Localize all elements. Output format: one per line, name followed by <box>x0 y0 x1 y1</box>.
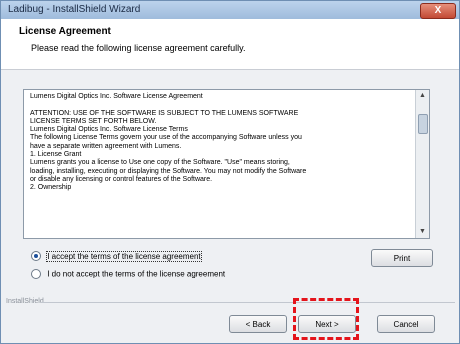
footer-divider <box>41 302 455 303</box>
print-button[interactable]: Print <box>371 249 433 267</box>
license-line: or disable any licensing or control feat… <box>30 175 213 183</box>
back-button[interactable]: < Back <box>229 315 287 333</box>
next-button-highlight <box>293 298 359 340</box>
scroll-thumb[interactable] <box>418 114 428 134</box>
installer-window: Ladibug - InstallShield Wizard X License… <box>0 0 460 344</box>
decline-radio-option[interactable]: I do not accept the terms of the license… <box>31 269 225 279</box>
accept-radio-label[interactable]: I accept the terms of the license agreem… <box>46 250 202 262</box>
license-scrollbar[interactable]: ▲ ▼ <box>415 90 429 238</box>
title-bar[interactable]: Ladibug - InstallShield Wizard X <box>1 1 459 19</box>
license-line: LICENSE TERMS SET FORTH BELOW. <box>30 117 157 125</box>
license-text-area[interactable]: Lumens Digital Optics Inc. Software Lice… <box>23 89 430 239</box>
decline-radio-label[interactable]: I do not accept the terms of the license… <box>47 270 225 279</box>
scroll-down-icon[interactable]: ▼ <box>416 226 429 238</box>
license-line: have a separate written agreement with L… <box>30 142 182 150</box>
license-text: Lumens Digital Optics Inc. Software Lice… <box>30 93 412 193</box>
close-button[interactable]: X <box>420 3 456 19</box>
accept-radio-option[interactable]: I accept the terms of the license agreem… <box>31 250 202 262</box>
cancel-button[interactable]: Cancel <box>377 315 435 333</box>
decline-radio-button[interactable] <box>31 269 41 279</box>
scroll-up-icon[interactable]: ▲ <box>416 90 429 102</box>
license-line: ATTENTION: USE OF THE SOFTWARE IS SUBJEC… <box>30 109 299 117</box>
license-line <box>30 101 412 109</box>
license-line: Lumens grants you a license to Use one c… <box>30 159 290 167</box>
license-line: Lumens Digital Optics Inc. Software Lice… <box>30 126 188 134</box>
license-line: The following License Terms govern your … <box>30 134 302 142</box>
license-line: Lumens Digital Optics Inc. Software Lice… <box>30 93 203 100</box>
license-line: 2. Ownership <box>30 184 72 192</box>
page-title: License Agreement <box>19 26 111 37</box>
accept-radio-button[interactable] <box>31 251 41 261</box>
installshield-brand: InstallShield <box>6 298 44 305</box>
license-line: 1. License Grant <box>30 151 82 159</box>
page-subtitle: Please read the following license agreem… <box>31 43 246 53</box>
window-title: Ladibug - InstallShield Wizard <box>8 4 141 15</box>
wizard-header: License Agreement Please read the follow… <box>1 19 459 70</box>
license-line: loading, installing, executing or displa… <box>30 167 307 175</box>
